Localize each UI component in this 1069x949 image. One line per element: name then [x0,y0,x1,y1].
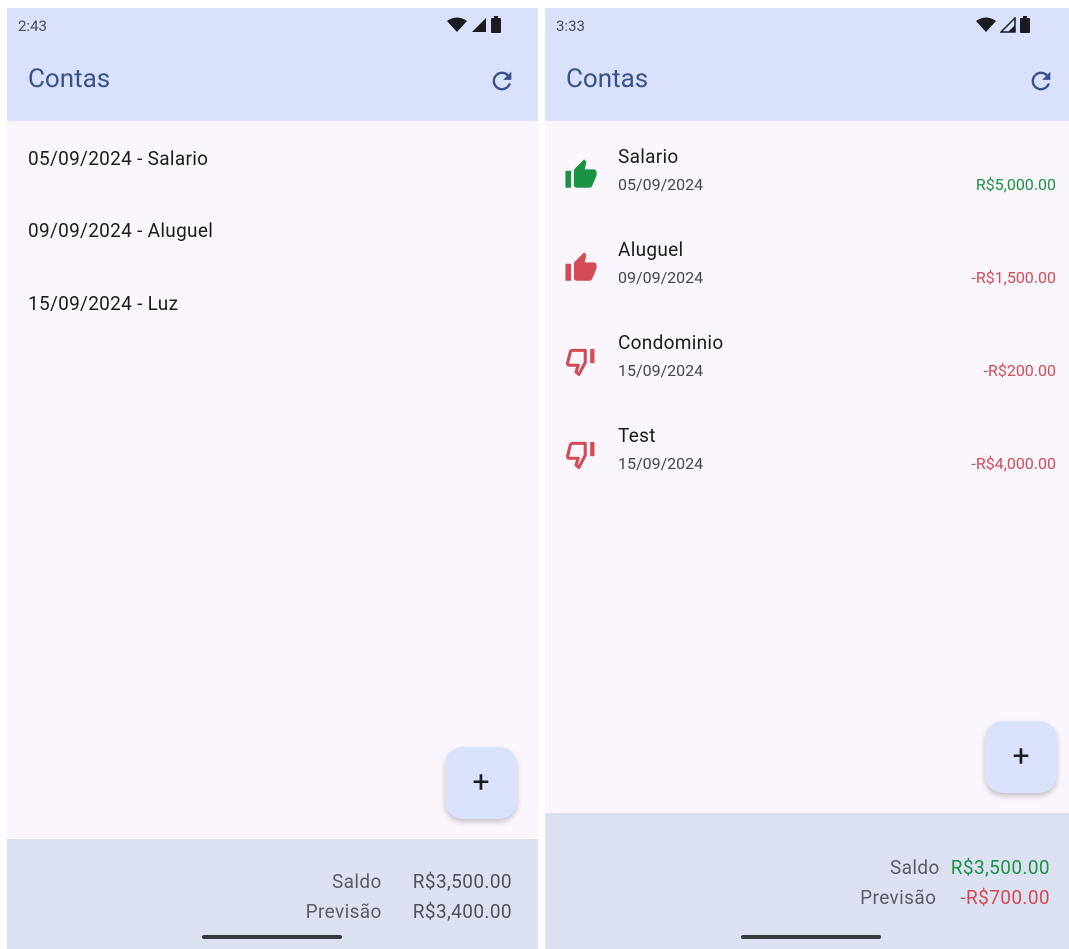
transaction-item[interactable]: Test 15/09/2024 -R$4,000.00 [545,424,1069,494]
page-title: Contas [28,64,111,94]
gesture-handle[interactable] [741,935,881,939]
screen-right: 3:33 Contas Salario 05/09/2024 R$5,000.0… [545,8,1069,949]
transaction-name: Condominio [618,331,724,354]
transaction-item[interactable]: Condominio 15/09/2024 -R$200.00 [545,331,1069,401]
status-icons [976,16,1030,33]
previsao-value: R$3,400.00 [412,900,512,923]
transaction-amount: -R$4,000.00 [971,454,1056,473]
transaction-amount: R$5,000.00 [975,175,1056,194]
summary-footer: Saldo R$3,500.00 Previsão -R$700.00 [545,813,1069,949]
cellular-signal-icon [472,17,486,32]
previsao-value: -R$700.00 [960,886,1050,909]
transaction-amount: -R$200.00 [983,361,1056,380]
saldo-label: Saldo [889,856,940,879]
add-icon: + [472,765,490,800]
saldo-row: Saldo R$3,500.00 [332,870,512,893]
transaction-item[interactable]: Salario 05/09/2024 R$5,000.00 [545,145,1069,215]
thumb-down-outline-icon [565,441,595,470]
list-item[interactable]: 15/09/2024 - Luz [28,292,178,315]
status-time: 2:43 [18,17,47,35]
status-icons [447,16,501,33]
transaction-date: 09/09/2024 [618,268,704,287]
refresh-icon[interactable] [1027,67,1055,95]
transaction-date: 15/09/2024 [618,361,704,380]
battery-icon [1020,16,1030,33]
app-bar: 2:43 Contas [7,8,538,121]
page-title: Contas [566,64,649,94]
summary-footer: Saldo R$3,500.00 Previsão R$3,400.00 [7,839,538,949]
list-item[interactable]: 05/09/2024 - Salario [28,147,208,170]
transaction-name: Test [618,424,656,447]
add-icon: + [1012,739,1030,774]
previsao-label: Previsão [305,900,382,923]
transaction-amount: -R$1,500.00 [971,268,1056,287]
transaction-name: Salario [618,145,679,168]
cellular-signal-icon [1000,16,1016,33]
app-bar: 3:33 Contas [545,8,1069,121]
thumb-down-outline-icon [565,348,595,377]
gesture-handle[interactable] [202,935,342,939]
add-button[interactable]: + [985,721,1057,793]
transaction-item[interactable]: Aluguel 09/09/2024 -R$1,500.00 [545,238,1069,308]
saldo-label: Saldo [331,870,382,893]
battery-icon [491,16,501,33]
saldo-row: Saldo R$3,500.00 [890,856,1050,879]
thumb-up-filled-icon [565,159,597,188]
status-time: 3:33 [556,17,585,35]
saldo-value: R$3,500.00 [950,856,1050,879]
screen-left: 2:43 Contas 05/09/2024 - Salario 09/09/2… [7,8,538,949]
add-button[interactable]: + [445,747,517,819]
thumb-up-filled-icon [565,252,597,281]
previsao-row: Previsão -R$700.00 [860,886,1050,909]
transaction-date: 05/09/2024 [618,175,704,194]
transaction-date: 15/09/2024 [618,454,704,473]
previsao-row: Previsão R$3,400.00 [306,900,512,923]
transaction-name: Aluguel [618,238,684,261]
list-item[interactable]: 09/09/2024 - Aluguel [28,219,213,242]
wifi-icon [976,17,996,32]
wifi-icon [447,17,467,32]
previsao-label: Previsão [860,886,937,909]
refresh-icon[interactable] [488,67,516,95]
saldo-value: R$3,500.00 [412,870,512,893]
